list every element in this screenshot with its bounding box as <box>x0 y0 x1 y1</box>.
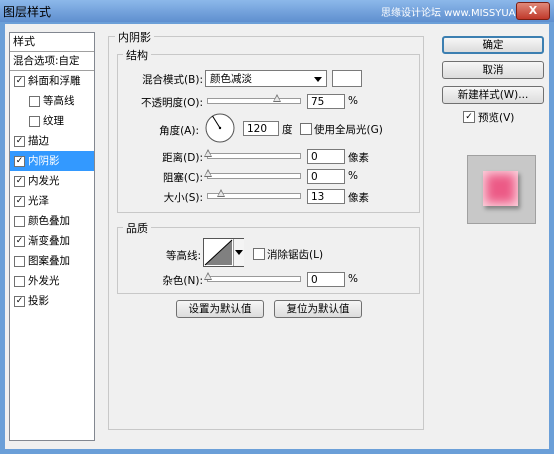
layer-style-dialog: 图层样式 思缘设计论坛 www.MISSYUAN.COM X 样式 混合选项:自… <box>0 0 554 454</box>
style-item-stroke[interactable]: ✓ 描边 <box>10 131 94 151</box>
style-item-label: 描边 <box>28 135 49 147</box>
preview-swatch <box>483 171 518 206</box>
global-light-label: 使用全局光(G) <box>314 124 383 136</box>
choke-label: 阻塞(C): <box>162 172 203 184</box>
contour-picker[interactable] <box>203 238 244 267</box>
style-item-checkbox[interactable] <box>14 276 25 287</box>
title-bar[interactable]: 图层样式 思缘设计论坛 www.MISSYUAN.COM X <box>0 0 554 22</box>
styles-header[interactable]: 样式 <box>10 33 94 52</box>
set-default-button[interactable]: 设置为默认值 <box>176 300 264 318</box>
noise-slider-thumb[interactable] <box>204 272 212 280</box>
style-item-label: 内发光 <box>28 175 60 187</box>
choke-input[interactable]: 0 <box>307 169 345 184</box>
distance-label: 距离(D): <box>162 152 203 164</box>
global-light-checkbox[interactable] <box>300 123 312 135</box>
style-item-checkbox[interactable]: ✓ <box>14 236 25 247</box>
style-item-label: 图案叠加 <box>28 255 70 267</box>
styles-list: 样式 混合选项:自定 ✓ 斜面和浮雕 等高线 纹理 ✓ 描边 ✓ 内阴影 ✓ 内发光 ✓ 光泽 颜色叠加… <box>9 32 95 441</box>
new-style-button[interactable]: 新建样式(W)... <box>442 86 544 104</box>
ok-button[interactable]: 确定 <box>442 36 544 54</box>
style-item-texture[interactable]: 纹理 <box>10 111 94 131</box>
contour-preview-icon <box>204 239 233 266</box>
style-item-pattern-overlay[interactable]: 图案叠加 <box>10 251 94 271</box>
style-item-color-overlay[interactable]: 颜色叠加 <box>10 211 94 231</box>
size-label: 大小(S): <box>163 192 203 204</box>
distance-slider-thumb[interactable] <box>204 149 212 157</box>
blend-options-item[interactable]: 混合选项:自定 <box>10 52 94 71</box>
size-unit: 像素 <box>348 192 369 204</box>
chevron-down-icon <box>314 77 322 82</box>
style-item-checkbox[interactable] <box>14 256 25 267</box>
noise-input[interactable]: 0 <box>307 272 345 287</box>
angle-dial[interactable] <box>204 112 236 144</box>
style-preview <box>467 155 536 224</box>
style-item-label: 投影 <box>28 295 49 307</box>
noise-label: 杂色(N): <box>162 275 203 287</box>
style-item-contour[interactable]: 等高线 <box>10 91 94 111</box>
style-item-bevel-emboss[interactable]: ✓ 斜面和浮雕 <box>10 71 94 91</box>
preview-label: 预览(V) <box>478 112 515 124</box>
choke-slider[interactable] <box>204 169 301 179</box>
cancel-button[interactable]: 取消 <box>442 61 544 79</box>
style-item-label: 等高线 <box>43 95 75 107</box>
style-item-checkbox[interactable]: ✓ <box>14 76 25 87</box>
distance-slider[interactable] <box>204 149 301 159</box>
distance-input[interactable]: 0 <box>307 149 345 164</box>
blend-mode-select[interactable]: 颜色减淡 <box>205 70 327 87</box>
style-item-outer-glow[interactable]: 外发光 <box>10 271 94 291</box>
style-item-label: 渐变叠加 <box>28 235 70 247</box>
style-item-checkbox[interactable]: ✓ <box>14 156 25 167</box>
opacity-label: 不透明度(O): <box>141 97 203 109</box>
size-slider-thumb[interactable] <box>216 189 225 197</box>
blend-mode-value: 颜色减淡 <box>210 73 252 85</box>
style-item-satin[interactable]: ✓ 光泽 <box>10 191 94 211</box>
opacity-input[interactable]: 75 <box>307 94 345 109</box>
style-item-label: 斜面和浮雕 <box>28 75 81 87</box>
style-item-inner-shadow[interactable]: ✓ 内阴影 <box>10 151 94 171</box>
angle-label: 角度(A): <box>159 125 199 137</box>
quality-title: 品质 <box>123 220 151 236</box>
style-item-checkbox[interactable]: ✓ <box>14 176 25 187</box>
contour-dropdown[interactable] <box>233 239 244 266</box>
shadow-color-swatch[interactable] <box>332 70 362 87</box>
choke-unit: % <box>348 170 358 182</box>
noise-unit: % <box>348 273 358 285</box>
contour-label: 等高线: <box>165 250 201 262</box>
size-slider[interactable] <box>207 189 301 199</box>
style-item-checkbox[interactable] <box>29 116 40 127</box>
chevron-down-icon <box>235 250 243 255</box>
reset-default-button[interactable]: 复位为默认值 <box>274 300 362 318</box>
style-item-gradient-overlay[interactable]: ✓ 渐变叠加 <box>10 231 94 251</box>
opacity-slider-thumb[interactable] <box>273 94 281 102</box>
style-item-label: 外发光 <box>28 275 60 287</box>
opacity-slider[interactable] <box>207 94 301 104</box>
close-button[interactable]: X <box>516 2 550 20</box>
opacity-unit: % <box>348 95 358 107</box>
angle-input[interactable]: 120 <box>243 121 279 136</box>
size-input[interactable]: 13 <box>307 189 345 204</box>
preview-checkbox[interactable]: ✓ <box>463 111 475 123</box>
style-item-checkbox[interactable]: ✓ <box>14 136 25 147</box>
style-item-checkbox[interactable]: ✓ <box>14 196 25 207</box>
style-item-checkbox[interactable]: ✓ <box>14 296 25 307</box>
style-item-checkbox[interactable] <box>29 96 40 107</box>
style-item-label: 光泽 <box>28 195 49 207</box>
style-item-label: 颜色叠加 <box>28 215 70 227</box>
style-item-label: 纹理 <box>43 115 64 127</box>
antialias-checkbox[interactable] <box>253 248 265 260</box>
style-item-inner-glow[interactable]: ✓ 内发光 <box>10 171 94 191</box>
antialias-label: 消除锯齿(L) <box>267 249 324 261</box>
blend-mode-label: 混合模式(B): <box>142 74 203 86</box>
structure-title: 结构 <box>123 47 151 63</box>
style-item-checkbox[interactable] <box>14 216 25 227</box>
style-item-label: 内阴影 <box>28 155 60 167</box>
distance-unit: 像素 <box>348 152 369 164</box>
angle-unit: 度 <box>282 124 293 136</box>
panel-title: 内阴影 <box>115 29 154 45</box>
style-item-drop-shadow[interactable]: ✓ 投影 <box>10 291 94 311</box>
window-title: 图层样式 <box>3 5 52 19</box>
dialog-body: 样式 混合选项:自定 ✓ 斜面和浮雕 等高线 纹理 ✓ 描边 ✓ 内阴影 ✓ 内发光 ✓ 光泽 颜色叠加… <box>5 24 549 449</box>
choke-slider-thumb[interactable] <box>204 169 212 177</box>
noise-slider[interactable] <box>204 272 301 282</box>
